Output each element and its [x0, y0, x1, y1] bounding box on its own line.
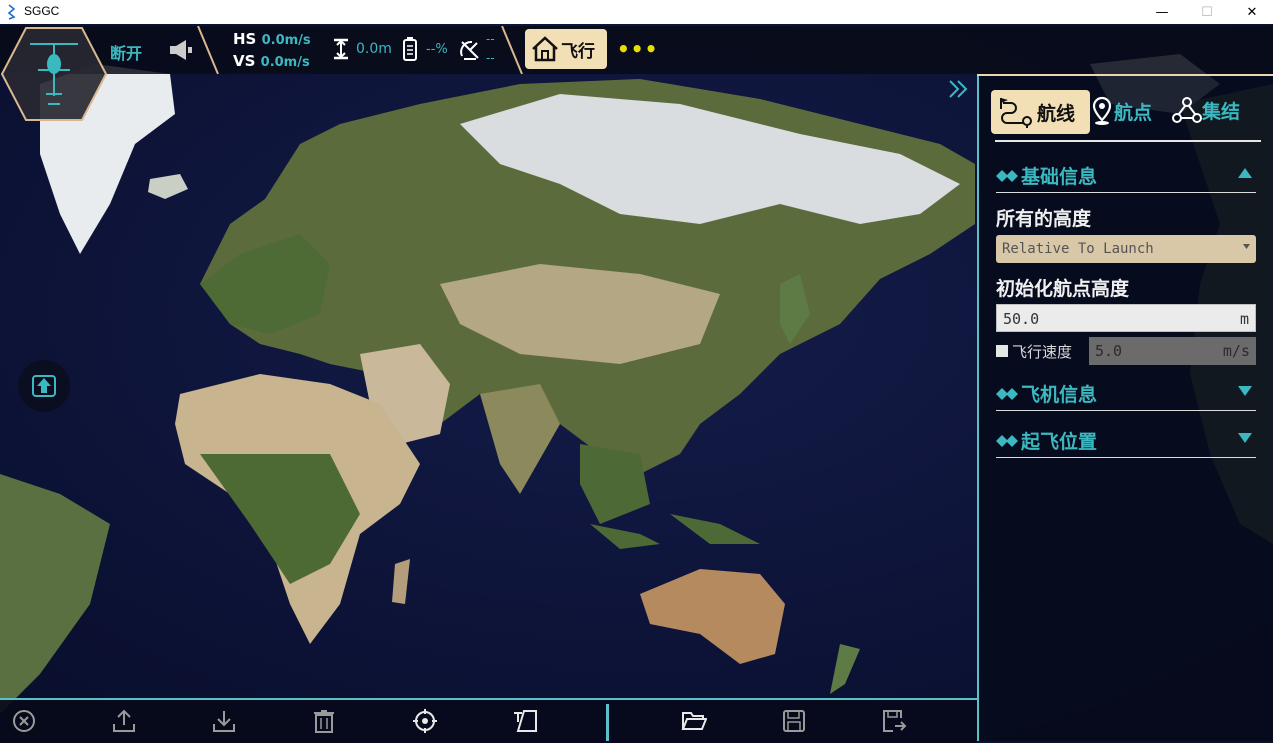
section-aircraft-info[interactable]: 飞机信息 [996, 380, 1256, 407]
locate-icon[interactable] [412, 708, 438, 734]
window-title: SGGC [24, 4, 60, 18]
tabs-underline [995, 140, 1261, 142]
vs-label: VS [233, 52, 256, 70]
section-diamond-icon [996, 169, 1018, 182]
section-basic-info[interactable]: 基础信息 [996, 162, 1256, 189]
flight-speed-label: 飞行速度 [1012, 343, 1073, 361]
upload-icon [32, 375, 56, 397]
altitude-icon [334, 38, 348, 60]
altitude-value: 0.0m [356, 41, 392, 57]
init-waypoint-altitude-input[interactable]: 50.0 m [996, 304, 1256, 332]
bottom-toolbar [0, 698, 977, 743]
init-waypoint-altitude-value: 50.0 [1003, 310, 1040, 328]
caret-up-icon [1238, 168, 1252, 178]
collapse-panel-icon[interactable] [947, 78, 969, 100]
hs-value: 0.0m/s [261, 33, 311, 48]
satellite-hdop: -- [486, 51, 495, 65]
speaker-icon[interactable] [168, 38, 194, 62]
drone-icon[interactable] [0, 26, 108, 122]
hs-label: HS [233, 30, 257, 48]
delete-icon[interactable] [311, 708, 337, 734]
section-divider [996, 410, 1256, 411]
init-waypoint-altitude-unit: m [1239, 310, 1249, 328]
init-waypoint-altitude-label: 初始化航点高度 [996, 278, 1130, 300]
maximize-button[interactable]: ☐ [1184, 0, 1230, 24]
flight-speed-value: 5.0 [1095, 342, 1123, 360]
app-logo-icon [7, 4, 16, 20]
section-divider [996, 192, 1256, 193]
clear-icon[interactable] [11, 708, 37, 734]
section-takeoff-position-label: 起飞位置 [1021, 431, 1098, 453]
chevron-down-icon [1243, 244, 1250, 249]
section-diamond-icon [996, 387, 1018, 400]
tab-route[interactable]: 航线 [991, 90, 1090, 134]
more-dots-icon[interactable]: ••• [617, 39, 658, 59]
all-altitude-label: 所有的高度 [996, 208, 1092, 230]
fly-button-label: 飞行 [561, 41, 595, 62]
home-icon [532, 36, 558, 62]
save-as-icon[interactable] [881, 708, 907, 734]
divider-slash [501, 26, 523, 74]
horizontal-speed: HS 0.0m/s [233, 30, 311, 48]
tab-route-label: 航线 [1037, 102, 1076, 125]
map-pin-icon [1092, 96, 1112, 125]
fly-button[interactable]: 飞行 [525, 29, 607, 69]
tab-rally-label: 集结 [1202, 100, 1241, 123]
tab-rally[interactable]: 集结 [1172, 96, 1240, 124]
download-icon[interactable] [211, 708, 237, 734]
tab-waypoint[interactable]: 航点 [1090, 96, 1152, 126]
tab-waypoint-label: 航点 [1114, 101, 1153, 124]
flight-speed-unit: m/s [1222, 342, 1250, 360]
section-takeoff-position[interactable]: 起飞位置 [996, 427, 1256, 454]
section-basic-info-label: 基础信息 [1021, 166, 1098, 188]
section-aircraft-info-label: 飞机信息 [1021, 384, 1098, 406]
battery-icon [403, 37, 417, 61]
altitude-mode-value: Relative To Launch [1002, 241, 1154, 257]
section-diamond-icon [996, 434, 1018, 447]
divider-slash [197, 26, 219, 74]
flight-speed-input[interactable]: 5.0 m/s [1089, 337, 1256, 365]
caret-down-icon [1238, 433, 1252, 443]
save-icon[interactable] [781, 708, 807, 734]
open-folder-icon[interactable] [681, 708, 707, 734]
panel-top-border [977, 74, 1273, 76]
toolbar-divider [606, 704, 609, 741]
flight-speed-checkbox[interactable] [996, 345, 1008, 357]
vertical-speed: VS 0.0m/s [233, 52, 310, 70]
vs-value: 0.0m/s [260, 55, 310, 70]
upload-icon[interactable] [111, 708, 137, 734]
close-button[interactable]: ✕ [1229, 0, 1273, 24]
minimize-button[interactable]: — [1139, 0, 1185, 24]
edit-icon[interactable] [512, 708, 538, 734]
route-icon [1000, 98, 1032, 128]
caret-down-icon [1238, 386, 1252, 396]
satellite-count: -- [486, 32, 495, 46]
section-divider [996, 457, 1256, 458]
window-titlebar: SGGC — ☐ ✕ [0, 0, 1273, 24]
upload-float-button[interactable] [18, 360, 70, 412]
altitude-mode-select[interactable]: Relative To Launch [996, 235, 1256, 263]
battery-value: --% [426, 42, 448, 57]
satellite-icon [460, 40, 479, 60]
rally-icon [1172, 97, 1202, 123]
connection-status: 断开 [110, 44, 143, 63]
